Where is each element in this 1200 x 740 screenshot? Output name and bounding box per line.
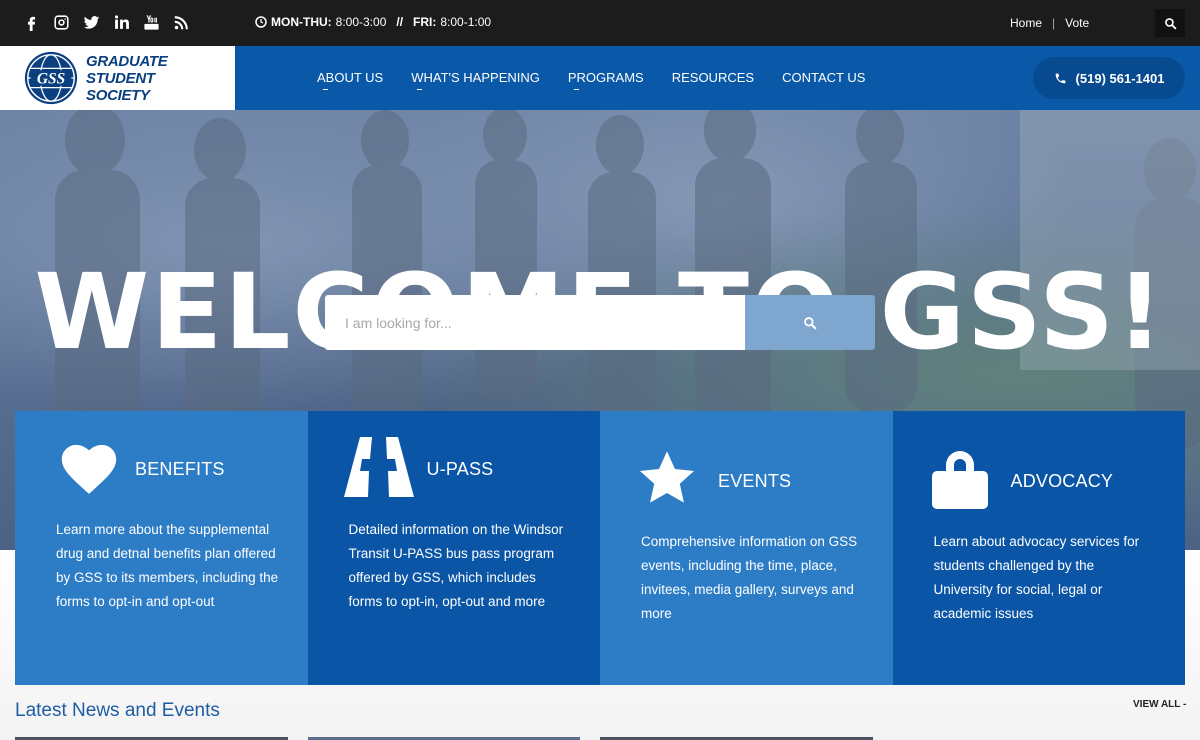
globe-logo-icon: GSS [24, 51, 78, 105]
link-separator: | [1052, 16, 1056, 30]
social-links [22, 13, 191, 32]
submenu-indicator [417, 89, 423, 90]
heart-icon [60, 443, 118, 495]
clock-icon [255, 16, 267, 28]
home-link[interactable]: Home [1010, 16, 1042, 30]
card-advocacy-title: ADVOCACY [1010, 471, 1114, 491]
top-links: Home | Vote [1010, 16, 1089, 30]
site-search-button[interactable] [745, 295, 875, 350]
card-benefits-description: Learn more about the supplemental drug a… [56, 522, 279, 609]
logo-line-1: GRADUATE [86, 52, 168, 70]
hours-label-friday: FRI: [413, 15, 437, 29]
top-search-button[interactable] [1155, 9, 1185, 37]
search-icon [804, 316, 817, 329]
card-advocacy[interactable]: ADVOCACY Learn about advocacy services f… [892, 411, 1185, 685]
office-hours: MON-THU: 8:00-3:00 // FRI: 8:00-1:00 [255, 15, 491, 29]
youtube-icon[interactable] [142, 13, 161, 32]
logo-mark: GSS [37, 70, 65, 87]
submenu-indicator [573, 89, 579, 90]
vote-link[interactable]: Vote [1065, 16, 1089, 30]
card-upass-description: Detailed information on the Windsor Tran… [348, 522, 564, 609]
site-logo[interactable]: GSS GRADUATE STUDENT SOCIETY [0, 46, 235, 110]
road-icon [343, 437, 414, 497]
rss-icon[interactable] [172, 13, 191, 32]
nav-whats-happening[interactable]: WHAT'S HAPPENING [411, 70, 540, 90]
card-benefits[interactable]: BENEFITS Learn more about the supplement… [15, 411, 308, 685]
top-bar: MON-THU: 8:00-3:00 // FRI: 8:00-1:00 Hom… [0, 0, 1200, 46]
logo-wordmark: GRADUATE STUDENT SOCIETY [86, 52, 168, 104]
nav-programs-label: PROGRAMS [567, 70, 644, 85]
main-header: GSS GRADUATE STUDENT SOCIETY ABOUT US WH… [0, 46, 1200, 110]
card-events-title: EVENTS [718, 471, 792, 491]
nav-resources[interactable]: RESOURCES [672, 70, 754, 85]
nav-contact-us[interactable]: CONTACT US [782, 70, 865, 85]
search-icon [1164, 17, 1176, 29]
card-upass-title: U-PASS [426, 459, 494, 479]
latest-news-heading: Latest News and Events [15, 700, 220, 721]
feature-cards: BENEFITS Learn more about the supplement… [15, 411, 1185, 685]
logo-line-3: SOCIETY [86, 86, 150, 104]
card-benefits-title: BENEFITS [135, 459, 225, 479]
hours-separator: // [396, 15, 404, 29]
lock-icon [931, 447, 988, 509]
submenu-indicator [323, 89, 328, 90]
nav-whats-happening-label: WHAT'S HAPPENING [411, 70, 540, 85]
instagram-icon[interactable] [52, 13, 71, 32]
phone-number: (519) 561-1401 [1075, 70, 1165, 86]
hours-value-friday: 8:00-1:00 [440, 15, 492, 29]
phone-button[interactable]: (519) 561-1401 [1033, 57, 1185, 99]
hours-value-weekdays: 8:00-3:00 [335, 15, 387, 29]
main-nav: ABOUT US WHAT'S HAPPENING PROGRAMS RESOU… [317, 70, 865, 90]
card-events[interactable]: EVENTS Comprehensive information on GSS … [600, 411, 893, 685]
nav-contact-us-label: CONTACT US [782, 70, 866, 85]
twitter-icon[interactable] [82, 13, 101, 32]
hours-label-weekdays: MON-THU: [271, 15, 332, 29]
site-search-input[interactable] [325, 295, 745, 350]
nav-about-us[interactable]: ABOUT US [317, 70, 384, 90]
linkedin-icon[interactable] [112, 13, 131, 32]
card-upass[interactable]: U-PASS Detailed information on the Winds… [307, 411, 600, 685]
card-events-description: Comprehensive information on GSS events,… [641, 534, 858, 621]
nav-about-us-label: ABOUT US [317, 70, 384, 85]
nav-resources-label: RESOURCES [671, 70, 755, 85]
logo-line-2: STUDENT [86, 69, 155, 87]
card-advocacy-description: Learn about advocacy services for studen… [933, 534, 1140, 621]
star-icon [636, 449, 698, 507]
view-all-link[interactable]: VIEW ALL - [1133, 699, 1186, 710]
nav-programs[interactable]: PROGRAMS [567, 70, 644, 90]
phone-icon [1055, 73, 1065, 83]
facebook-icon[interactable] [22, 13, 41, 32]
